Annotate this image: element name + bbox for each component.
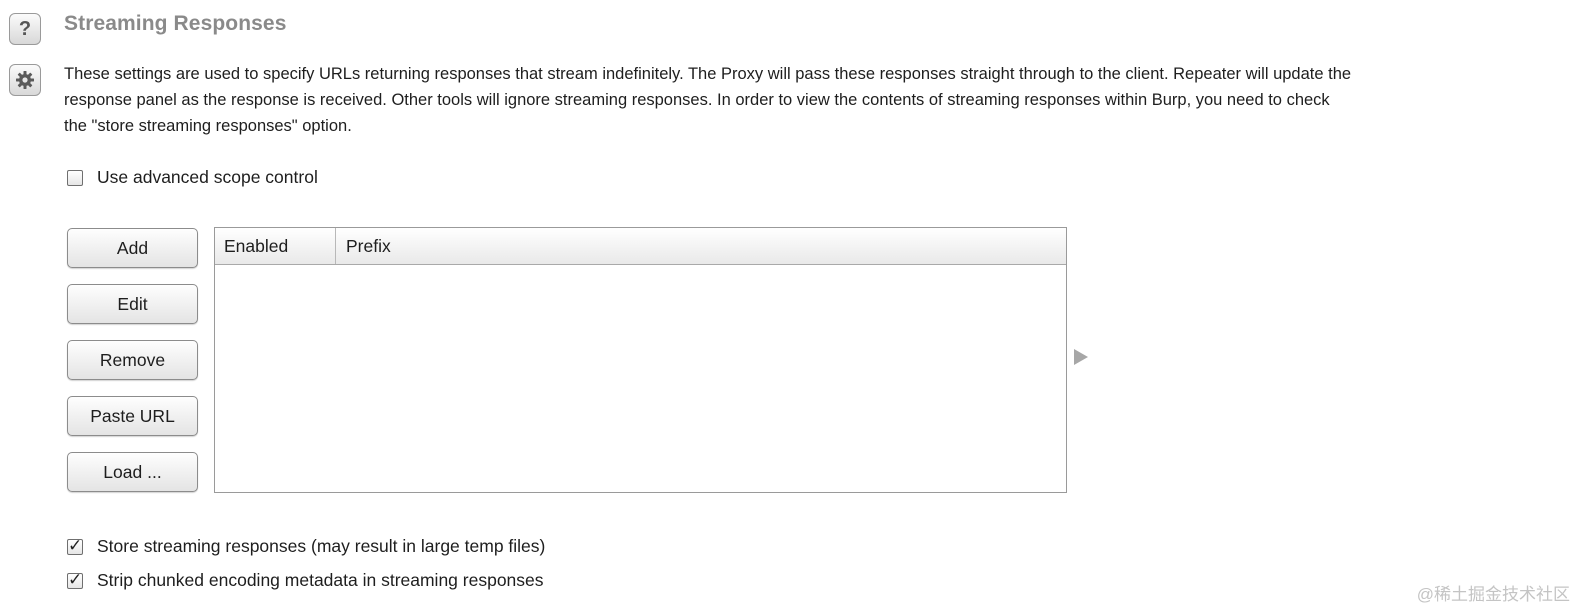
section-title: Streaming Responses — [64, 12, 287, 35]
store-responses-label: Store streaming responses (may result in… — [97, 536, 546, 556]
gear-icon[interactable] — [9, 64, 41, 96]
checkmark-icon: ✓ — [68, 569, 83, 589]
paste-url-button[interactable]: Paste URL — [67, 396, 198, 436]
column-header-enabled[interactable]: Enabled — [215, 228, 336, 264]
expand-arrow-icon[interactable] — [1074, 349, 1088, 365]
add-button[interactable]: Add — [67, 228, 198, 268]
store-responses-checkbox[interactable]: ✓ — [67, 535, 83, 555]
description-line: the "store streaming responses" option. — [64, 117, 352, 135]
description-line: These settings are used to specify URLs … — [64, 65, 1352, 83]
load-button[interactable]: Load ... — [67, 452, 198, 492]
store-responses-row[interactable]: ✓ Store streaming responses (may result … — [67, 536, 545, 557]
edit-button[interactable]: Edit — [67, 284, 198, 324]
watermark: @稀土掘金技术社区 — [1416, 585, 1570, 604]
strip-metadata-row[interactable]: ✓ Strip chunked encoding metadata in str… — [67, 570, 544, 591]
strip-metadata-label: Strip chunked encoding metadata in strea… — [97, 570, 544, 590]
help-icon[interactable]: ? — [9, 13, 41, 45]
table-body[interactable] — [215, 265, 1066, 492]
advanced-scope-checkbox[interactable] — [67, 169, 83, 186]
help-glyph: ? — [18, 17, 32, 40]
streaming-url-table[interactable]: Enabled Prefix — [214, 227, 1067, 493]
column-header-prefix[interactable]: Prefix — [336, 228, 1066, 264]
advanced-scope-row[interactable]: Use advanced scope control — [67, 167, 318, 188]
advanced-scope-label: Use advanced scope control — [97, 167, 318, 187]
strip-metadata-checkbox[interactable]: ✓ — [67, 569, 83, 589]
streaming-responses-panel: ? Streaming Responses These settings are… — [0, 0, 1586, 615]
remove-button[interactable]: Remove — [67, 340, 198, 380]
description-line: response panel as the response is receiv… — [64, 91, 1330, 109]
gear-glyph — [16, 71, 34, 89]
table-header: Enabled Prefix — [215, 228, 1066, 265]
checkmark-icon: ✓ — [68, 535, 83, 555]
section-description: These settings are used to specify URLs … — [64, 61, 1586, 139]
